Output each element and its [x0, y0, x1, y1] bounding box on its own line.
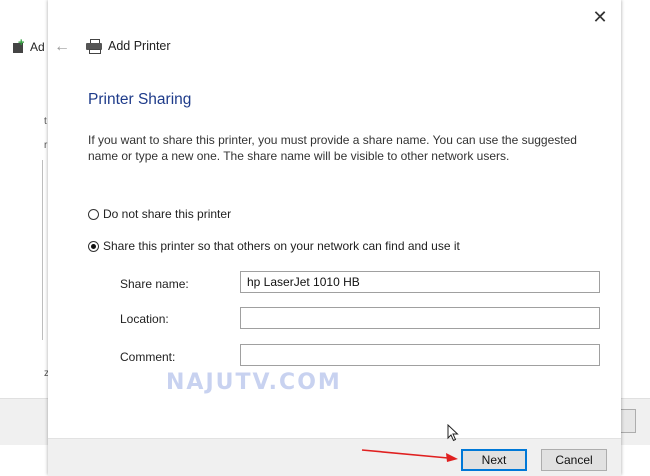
close-button[interactable]: ✕ — [589, 6, 611, 28]
do-not-share-label: Do not share this printer — [103, 207, 232, 221]
dialog-footer: Next Cancel — [48, 438, 621, 476]
next-button[interactable]: Next — [461, 449, 527, 471]
comment-input[interactable] — [240, 344, 600, 366]
dialog-title: Add Printer — [108, 39, 171, 53]
location-label: Location: — [120, 312, 169, 326]
background-window-title: + Ad — [12, 38, 45, 54]
background-text-fragment: t — [44, 116, 47, 127]
background-text-fragment: r — [44, 140, 48, 151]
cancel-button[interactable]: Cancel — [541, 449, 607, 471]
location-input[interactable] — [240, 307, 600, 329]
background-button[interactable] — [620, 409, 636, 433]
do-not-share-radio[interactable] — [88, 208, 99, 220]
watermark-text: NAJUTV.COM — [166, 370, 342, 395]
background-title-text: Ad — [30, 40, 45, 54]
description-text: If you want to share this printer, you m… — [88, 133, 577, 163]
printer-icon — [86, 39, 102, 54]
mouse-cursor-icon — [447, 424, 459, 442]
close-icon: ✕ — [592, 7, 608, 27]
do-not-share-option[interactable]: Do not share this printer — [88, 207, 231, 221]
comment-label: Comment: — [120, 350, 176, 364]
share-name-input[interactable] — [240, 271, 600, 293]
page-title: Printer Sharing — [88, 91, 192, 108]
dialog-header: Add Printer — [86, 39, 171, 54]
add-printer-icon: + — [12, 38, 26, 54]
add-printer-dialog: ✕ ← Add Printer Printer Sharing If you w… — [48, 0, 621, 476]
share-printer-label: Share this printer so that others on you… — [103, 239, 460, 253]
annotation-arrow-icon — [361, 449, 458, 462]
share-printer-option[interactable]: Share this printer so that others on you… — [88, 239, 460, 253]
back-arrow-icon[interactable]: ← — [54, 38, 70, 56]
share-name-label: Share name: — [120, 277, 189, 291]
share-printer-radio[interactable] — [88, 240, 99, 252]
